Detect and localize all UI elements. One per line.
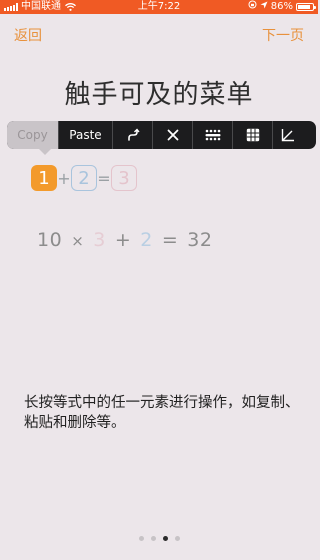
token-one[interactable]: 1 — [31, 165, 57, 191]
page-dot[interactable] — [138, 536, 144, 541]
expr-plus[interactable]: + — [115, 229, 131, 251]
angle-icon[interactable] — [273, 121, 302, 149]
copy-menu-item[interactable]: Copy — [7, 121, 59, 149]
page-dot[interactable] — [162, 536, 168, 541]
page-dot[interactable] — [150, 536, 156, 541]
expr-result[interactable]: 32 — [187, 229, 212, 251]
edit-menu: Copy Paste — [7, 121, 316, 149]
equation-tokens: 1 + 2 = 3 — [31, 165, 137, 191]
expr-equals[interactable]: = — [162, 229, 178, 251]
page-indicator[interactable] — [0, 536, 318, 541]
token-equals[interactable]: = — [97, 169, 111, 188]
operator-icon[interactable] — [193, 121, 233, 149]
close-icon[interactable] — [153, 121, 193, 149]
curve-arrow-icon[interactable] — [113, 121, 153, 149]
status-bar: 中国联通 上午7:22 86% — [0, 0, 318, 14]
lock-rotation-icon — [248, 0, 257, 14]
page-dot[interactable] — [174, 536, 180, 541]
page-title: 触手可及的菜单 — [64, 80, 254, 110]
token-three[interactable]: 3 — [111, 165, 137, 191]
token-two[interactable]: 2 — [71, 165, 97, 191]
expr-two[interactable]: 2 — [140, 229, 153, 251]
battery-percent: 86% — [270, 1, 293, 12]
description-text: 长按等式中的任一元素进行操作，如复制、粘贴和删除等。 — [24, 395, 300, 431]
back-button[interactable]: 返回 — [14, 25, 42, 45]
location-icon — [260, 0, 268, 14]
token-plus[interactable]: + — [57, 169, 71, 188]
expression: 10 × 3 +2 = 32 — [37, 229, 221, 251]
expr-ten[interactable]: 10 — [37, 229, 62, 251]
expr-times[interactable]: × — [71, 232, 84, 250]
battery-icon — [296, 3, 316, 11]
next-page-button[interactable]: 下一页 — [262, 25, 304, 45]
menu-pointer — [38, 148, 52, 155]
expr-three[interactable]: 3 — [93, 229, 106, 251]
grid-icon[interactable] — [233, 121, 273, 149]
status-bar-right: 86% — [248, 0, 316, 14]
paste-menu-item[interactable]: Paste — [59, 121, 113, 149]
